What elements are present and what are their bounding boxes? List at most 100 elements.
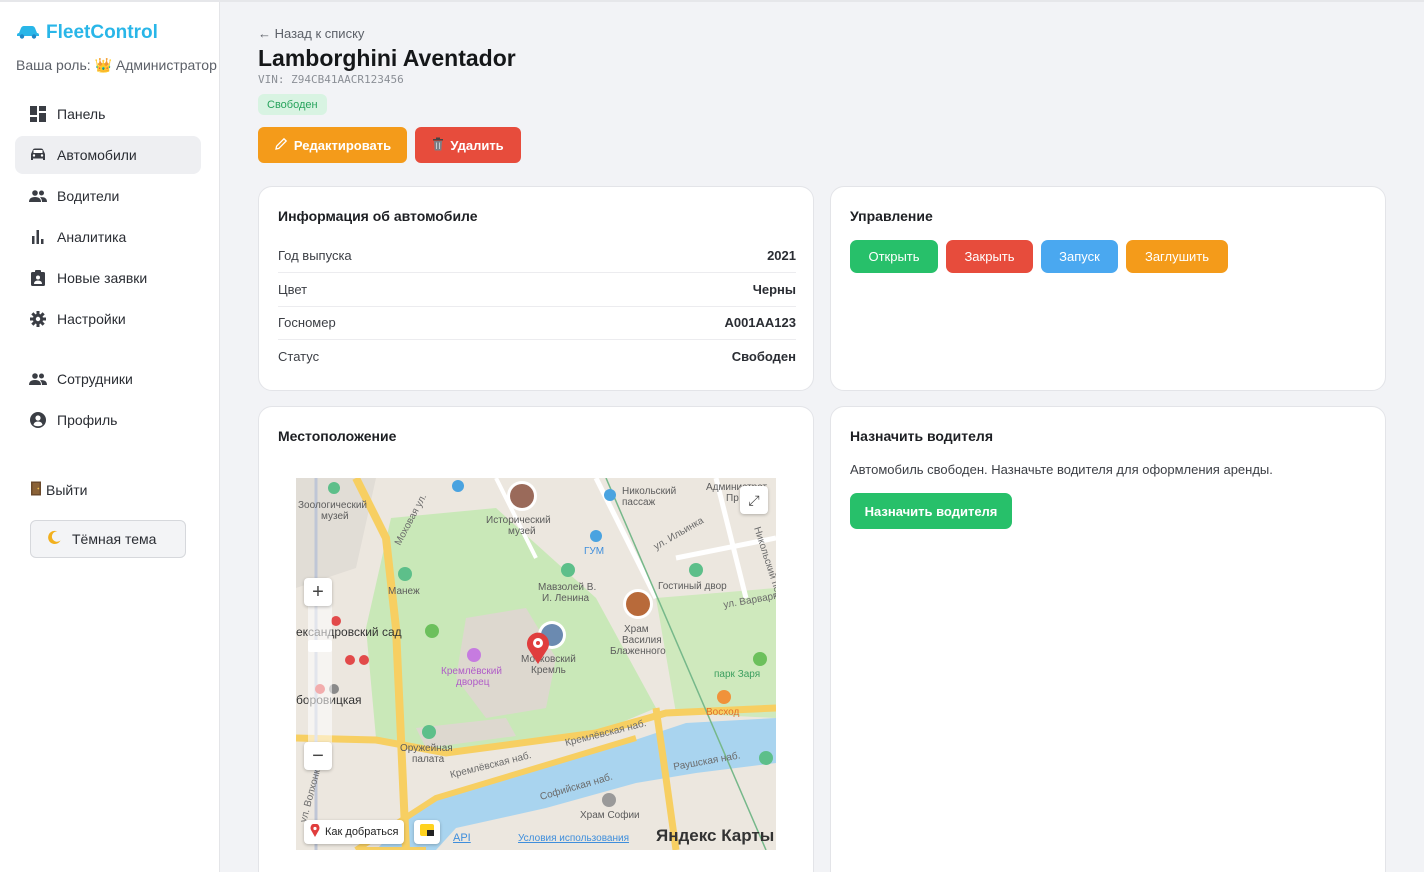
stop-engine-button[interactable]: Заглушить xyxy=(1126,240,1228,273)
door-icon xyxy=(30,481,42,499)
info-row-year: Год выпуска 2021 xyxy=(278,239,796,273)
delete-button[interactable]: Удалить xyxy=(415,127,521,163)
start-button[interactable]: Запуск xyxy=(1041,240,1118,273)
logout-label: Выйти xyxy=(46,482,88,498)
svg-text:Кремлёвский: Кремлёвский xyxy=(441,666,502,677)
info-key: Статус xyxy=(278,348,320,364)
sidebar-item-label: Настройки xyxy=(57,311,126,327)
clipboard-icon xyxy=(29,269,47,287)
people-icon xyxy=(29,187,47,205)
theme-toggle-button[interactable]: Тёмная тема xyxy=(30,520,186,558)
svg-text:музей: музей xyxy=(508,526,536,537)
moon-icon xyxy=(47,530,62,548)
svg-text:Пр: Пр xyxy=(726,493,739,504)
svg-text:Никольский: Никольский xyxy=(622,486,676,497)
car-logo-icon xyxy=(16,23,40,44)
terms-link[interactable]: Условия использования xyxy=(518,833,629,844)
sidebar: FleetControl Ваша роль: 👑 Администратор … xyxy=(0,2,220,872)
svg-text:Московский: Московский xyxy=(521,654,576,665)
sidebar-item-employees[interactable]: Сотрудники xyxy=(15,360,201,398)
svg-text:пассаж: пассаж xyxy=(622,497,656,508)
control-title: Управление xyxy=(850,208,933,224)
sidebar-item-requests[interactable]: Новые заявки xyxy=(15,259,201,297)
people-icon xyxy=(29,370,47,388)
map-canvas: Зоологический музей Исторический музей Н… xyxy=(296,478,776,850)
location-card: Местоположение Зоологический музей Истор… xyxy=(258,406,814,872)
svg-text:парк Заря: парк Заря xyxy=(714,669,760,680)
svg-text:Восход: Восход xyxy=(706,707,739,718)
svg-text:Манеж: Манеж xyxy=(388,586,420,597)
gear-icon xyxy=(29,310,47,328)
close-button[interactable]: Закрыть xyxy=(946,240,1033,273)
info-row-color: Цвет Черны xyxy=(278,273,796,307)
page-title: Lamborghini Aventador xyxy=(258,45,516,71)
svg-text:Василия: Василия xyxy=(622,635,662,646)
zoom-in-button[interactable]: + xyxy=(304,578,332,606)
back-to-list-link[interactable]: ← Назад к списку xyxy=(258,26,364,41)
status-badge: Свободен xyxy=(258,94,327,115)
assign-driver-card: Назначить водителя Автомобиль свободен. … xyxy=(830,406,1386,872)
info-key: Год выпуска xyxy=(278,248,352,263)
info-row-plate: Госномер А001АА123 xyxy=(278,306,796,340)
sidebar-item-label: Профиль xyxy=(57,412,118,428)
svg-text:Оружейная: Оружейная xyxy=(400,743,453,754)
taxi-icon xyxy=(420,823,434,841)
info-value: 2021 xyxy=(767,248,796,263)
vin-text: VIN: Z94CB41AACR123456 xyxy=(258,73,404,86)
info-value: Черны xyxy=(752,282,796,297)
user-circle-icon xyxy=(29,411,47,429)
car-info-title: Информация об автомобиле xyxy=(278,208,478,224)
svg-text:Гостиный двор: Гостиный двор xyxy=(658,581,727,592)
bar-chart-icon xyxy=(29,228,47,246)
logout-link[interactable]: Выйти xyxy=(30,481,87,499)
route-label: Как добраться xyxy=(325,826,399,838)
brand-name: FleetControl xyxy=(46,22,158,43)
assign-description: Автомобиль свободен. Назначьте водителя … xyxy=(850,462,1273,477)
svg-text:И. Ленина: И. Ленина xyxy=(542,593,589,604)
control-card: Управление Открыть Закрыть Запуск Заглуш… xyxy=(830,186,1386,391)
sidebar-item-settings[interactable]: Настройки xyxy=(15,300,201,338)
trash-icon xyxy=(432,137,444,154)
svg-text:палата: палата xyxy=(412,754,445,765)
svg-text:Блаженного: Блаженного xyxy=(610,646,666,657)
info-row-status: Статус Свободен xyxy=(278,339,796,373)
sidebar-item-label: Панель xyxy=(57,106,106,122)
sidebar-item-label: Сотрудники xyxy=(57,371,133,387)
svg-text:дворец: дворец xyxy=(456,677,490,688)
pencil-icon xyxy=(274,137,288,154)
user-role: Ваша роль: 👑 Администратор xyxy=(16,57,217,73)
sidebar-item-label: Водители xyxy=(57,188,120,204)
yandex-maps-logo: Яндекс Карты xyxy=(656,826,775,845)
sidebar-item-drivers[interactable]: Водители xyxy=(15,177,201,215)
zoom-out-button[interactable]: − xyxy=(304,742,332,770)
theme-toggle-label: Тёмная тема xyxy=(72,531,157,547)
svg-text:музей: музей xyxy=(321,511,349,522)
sidebar-item-label: Новые заявки xyxy=(57,270,148,286)
sidebar-item-label: Аналитика xyxy=(57,229,127,245)
assign-title: Назначить водителя xyxy=(850,428,993,444)
info-value: Свободен xyxy=(731,348,796,364)
sidebar-item-profile[interactable]: Профиль xyxy=(15,401,201,439)
sidebar-item-cars[interactable]: Автомобили xyxy=(15,136,201,174)
fullscreen-icon[interactable]: ⤢ xyxy=(740,486,768,514)
map[interactable]: Зоологический музей Исторический музей Н… xyxy=(296,478,776,850)
dashboard-icon xyxy=(29,105,47,123)
svg-text:ГУМ: ГУМ xyxy=(584,546,604,557)
api-link[interactable]: API xyxy=(453,832,471,844)
svg-text:Зоологический: Зоологический xyxy=(298,500,367,511)
taxi-button[interactable] xyxy=(414,820,440,844)
assign-driver-button[interactable]: Назначить водителя xyxy=(850,493,1012,529)
edit-label: Редактировать xyxy=(293,137,392,153)
open-button[interactable]: Открыть xyxy=(850,240,938,273)
edit-button[interactable]: Редактировать xyxy=(258,127,407,163)
sidebar-item-analytics[interactable]: Аналитика xyxy=(15,218,201,256)
brand[interactable]: FleetControl xyxy=(16,22,158,44)
car-icon xyxy=(29,146,47,164)
sidebar-item-dashboard[interactable]: Панель xyxy=(15,95,201,133)
location-title: Местоположение xyxy=(278,428,397,444)
svg-text:Кремль: Кремль xyxy=(531,665,566,676)
route-button[interactable]: Как добраться xyxy=(304,820,405,844)
info-key: Госномер xyxy=(278,315,336,330)
delete-label: Удалить xyxy=(450,137,504,153)
svg-text:Исторический: Исторический xyxy=(486,515,551,526)
